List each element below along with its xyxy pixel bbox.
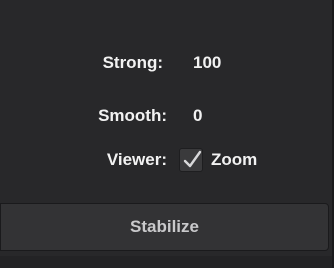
strong-value[interactable]: 100: [193, 53, 221, 73]
viewer-label: Viewer:: [106, 150, 167, 169]
panel-footer: [0, 256, 334, 268]
stabilizer-panel: Strong: 100 Smooth: 0 Viewer: Zoom Stabi…: [0, 0, 334, 268]
viewer-row: Viewer: Zoom: [0, 148, 334, 176]
strong-row: Strong: 100: [0, 53, 334, 75]
strong-label: Strong:: [102, 53, 163, 72]
checkmark-icon: [183, 150, 202, 168]
zoom-option-label[interactable]: Zoom: [211, 150, 257, 170]
smooth-value[interactable]: 0: [193, 106, 202, 126]
stabilize-button[interactable]: Stabilize: [0, 203, 329, 251]
smooth-label: Smooth:: [98, 106, 167, 125]
zoom-checkbox[interactable]: [179, 148, 203, 172]
smooth-row: Smooth: 0: [0, 106, 334, 128]
